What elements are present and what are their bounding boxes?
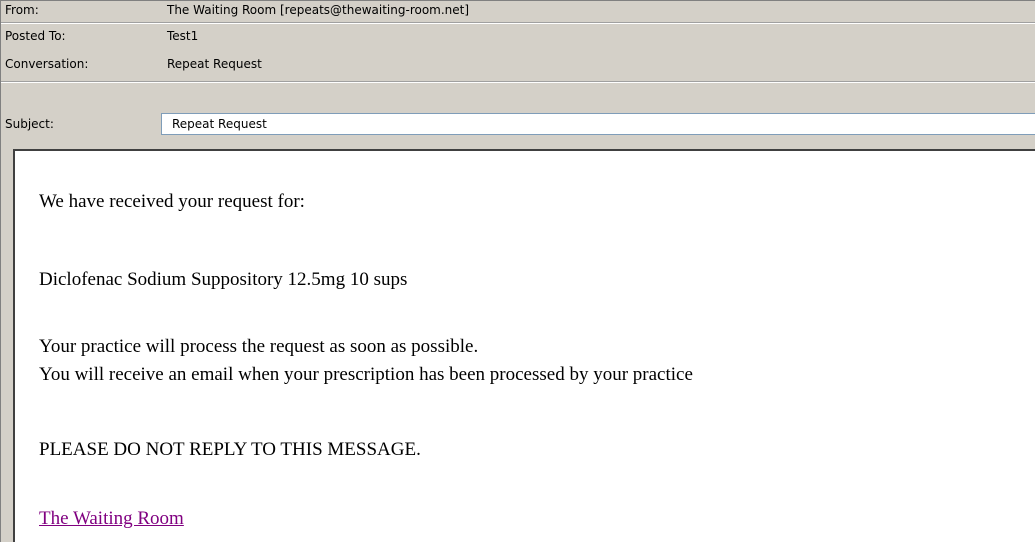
conversation-row: Conversation: Repeat Request (1, 55, 1035, 79)
divider (1, 23, 1035, 24)
subject-field[interactable]: Repeat Request (161, 113, 1035, 135)
signature: The Waiting Room (39, 508, 184, 530)
message-window: From: The Waiting Room [repeats@thewaiti… (0, 0, 1035, 542)
signature-link[interactable]: The Waiting Room (39, 508, 184, 529)
processing-note: Your practice will process the request a… (39, 336, 479, 357)
requested-item: Diclofenac Sodium Suppository 12.5mg 10 … (39, 269, 408, 290)
posted-to-label: Posted To: (5, 29, 66, 43)
from-label: From: (5, 3, 39, 17)
posted-to-value: Test1 (167, 29, 199, 43)
conversation-label: Conversation: (5, 57, 89, 71)
message-body[interactable]: We have received your request for: Diclo… (13, 149, 1035, 542)
from-value[interactable]: The Waiting Room [repeats@thewaiting-roo… (167, 3, 469, 17)
divider (1, 82, 1035, 83)
intro-text: We have received your request for: (39, 191, 305, 212)
do-not-reply-notice: PLEASE DO NOT REPLY TO THIS MESSAGE. (39, 439, 421, 460)
subject-label: Subject: (5, 117, 54, 131)
conversation-value: Repeat Request (167, 57, 262, 71)
posted-to-row: Posted To: Test1 (1, 25, 1035, 49)
email-notice: You will receive an email when your pres… (39, 364, 693, 385)
